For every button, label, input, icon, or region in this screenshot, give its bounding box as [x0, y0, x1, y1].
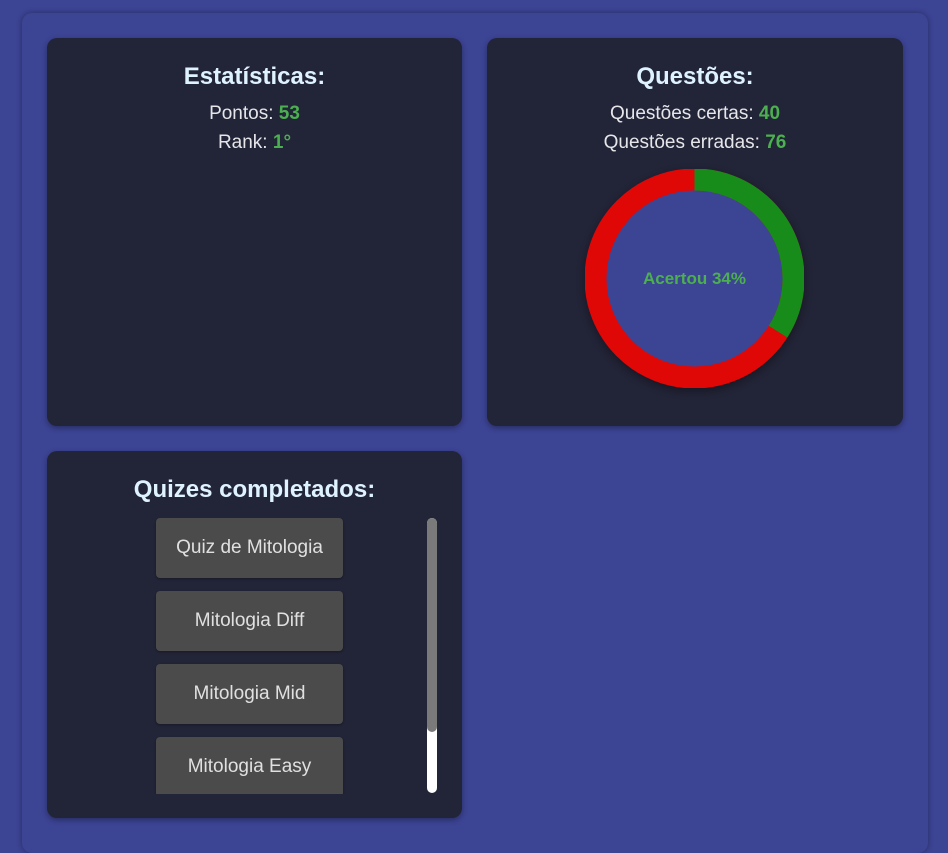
points-row: Pontos: 53	[47, 99, 462, 128]
rank-value: 1°	[272, 132, 292, 153]
correct-label: Questões certas:	[609, 103, 759, 124]
rank-row: Rank: 1°	[47, 128, 462, 157]
quiz-list[interactable]: Quiz de Mitologia Mitologia Diff Mitologia…	[47, 518, 462, 794]
donut-center-label: Acertou 34%	[643, 268, 746, 288]
questions-title: Questões:	[636, 63, 754, 90]
quiz-item-button[interactable]: Mitologia Mid	[156, 664, 343, 724]
correct-value: 40	[758, 103, 781, 124]
statistics-card: Estatísticas: Pontos: 53 Rank: 1°	[47, 38, 462, 426]
points-value: 53	[278, 103, 300, 124]
scrollbar-thumb[interactable]	[427, 518, 437, 732]
wrong-label: Questões erradas:	[603, 132, 766, 153]
quiz-list-scrollbar[interactable]	[427, 518, 437, 793]
rank-label: Rank:	[217, 132, 273, 153]
wrong-value: 76	[765, 132, 787, 153]
wrong-row: Questões erradas: 76	[487, 128, 903, 157]
questions-card: Questões: Questões certas: 40 Questões e…	[487, 38, 903, 426]
accuracy-donut-chart: Acertou 34%	[584, 168, 805, 389]
points-label: Pontos:	[209, 103, 279, 124]
quiz-item-button[interactable]: Mitologia Easy	[156, 737, 343, 794]
quiz-item-button[interactable]: Mitologia Diff	[156, 591, 343, 651]
correct-row: Questões certas: 40	[487, 99, 903, 128]
statistics-title: Estatísticas:	[183, 63, 326, 90]
completed-quizzes-title: Quizes completados:	[133, 476, 376, 503]
quiz-item-button[interactable]: Quiz de Mitologia	[156, 518, 343, 578]
completed-quizzes-card: Quizes completados: Quiz de Mitologia Mit…	[47, 451, 462, 818]
